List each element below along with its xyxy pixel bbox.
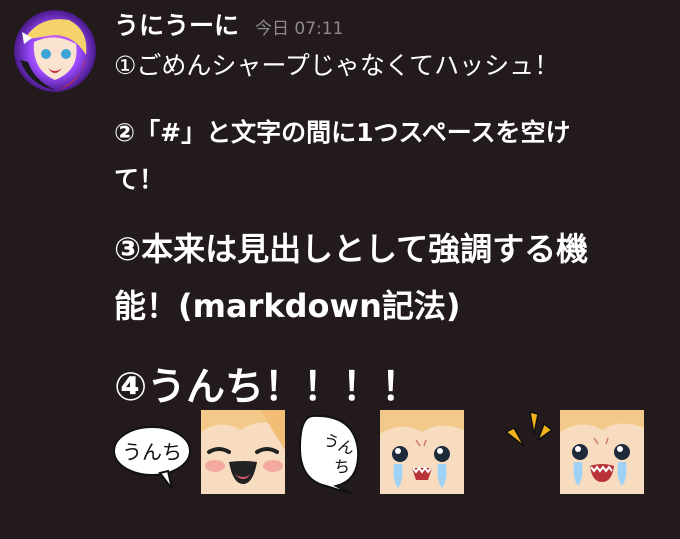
shock-lines-icon[interactable]	[500, 410, 556, 466]
avatar-image-icon	[14, 10, 96, 92]
user-avatar[interactable]	[14, 10, 96, 92]
message-heading-line-1: ③本来は見出しとして強調する機	[114, 230, 589, 268]
crying-face-shocked-emoji-icon[interactable]	[560, 410, 644, 494]
message-big-heading: ④うんち！！！！	[114, 365, 421, 410]
message-line-3: て！	[114, 165, 165, 194]
message-header: うにうーに 今日 07:11	[114, 6, 343, 42]
vertical-bubble-text-bottom: ち	[334, 457, 350, 476]
message-line-2: ②「#」と文字の間に1つスペースを空け	[114, 118, 571, 147]
message-line-1: ①ごめんシャープじゃなくてハッシュ！	[114, 51, 560, 80]
unchi-speech-bubble-icon[interactable]: うんち	[112, 415, 192, 495]
message-timestamp: 今日 07:11	[255, 19, 344, 39]
message-heading-line-2: 能！(markdown記法)	[114, 287, 461, 325]
chat-message: うにうーに 今日 07:11 ①ごめんシャープじゃなくてハッシュ！ ②「#」と文…	[0, 0, 680, 539]
crying-face-emoji-icon[interactable]	[380, 410, 464, 494]
smiling-face-emoji-icon[interactable]	[201, 410, 285, 494]
unchi-bubble-text: うんち	[122, 440, 182, 464]
unchi-vertical-bubble-icon[interactable]: うん ち	[292, 410, 370, 494]
username[interactable]: うにうーに	[114, 6, 239, 42]
